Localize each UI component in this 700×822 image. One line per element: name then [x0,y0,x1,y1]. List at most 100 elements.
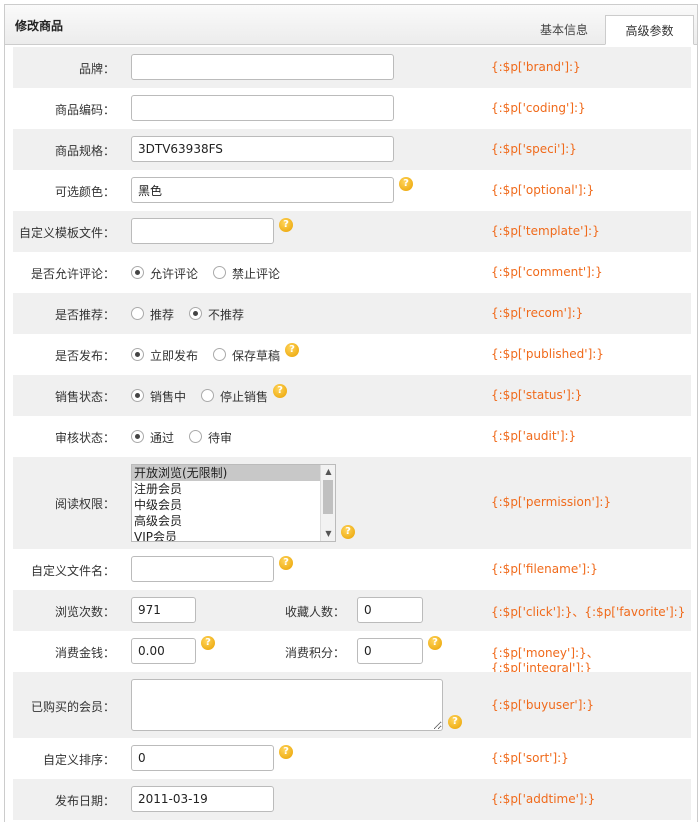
recom-no-label: 不推荐 [208,308,245,322]
comment-allow-radio[interactable] [131,266,144,279]
comment-allow-label: 允许评论 [150,267,199,281]
row-addtime: 发布日期： {:$p['addtime']:} [13,779,691,820]
audit-pending-label: 待审 [208,431,233,445]
click-input[interactable] [131,597,196,623]
brand-input[interactable] [131,54,394,80]
buyuser-label: 已购买的会员： [30,700,115,714]
stop-sale-radio[interactable] [201,389,214,402]
recom-no-radio[interactable] [189,307,202,320]
permission-code: {:$p['permission']:} [491,495,612,509]
publish-now-label: 立即发布 [150,349,199,363]
help-icon[interactable]: ? [273,384,287,398]
row-status: 销售状态： 销售中 停止销售 ? {:$p['status']:} [13,375,691,416]
audit-code: {:$p['audit']:} [491,429,577,443]
row-comment: 是否允许评论： 允许评论 禁止评论 {:$p['comment']:} [13,252,691,293]
filename-input[interactable] [131,556,274,582]
favorite-input[interactable] [357,597,423,623]
row-buyuser: 已购买的会员： ? {:$p['buyuser']:} [13,672,691,738]
filename-code: {:$p['filename']:} [491,562,598,576]
permission-listbox[interactable]: 开放浏览(无限制) 注册会员 中级会员 高级会员 VIP会员 ▲ ▼ [131,464,336,542]
list-item[interactable]: 开放浏览(无限制) [132,465,335,481]
optional-input[interactable] [131,177,394,203]
help-icon[interactable]: ? [341,525,355,539]
speci-label: 商品规格： [54,144,115,158]
edit-product-panel: 修改商品 基本信息 高级参数 品牌： {:$p['brand']:} 商品编码：… [4,4,698,822]
audit-pending-radio[interactable] [189,430,202,443]
on-sale-radio[interactable] [131,389,144,402]
click-code: {:$p['click']:}、{:$p['favorite']:} [491,605,686,619]
published-label: 是否发布： [54,349,115,363]
sort-input[interactable] [131,745,274,771]
template-label: 自定义模板文件： [18,226,115,240]
comment-deny-label: 禁止评论 [232,267,281,281]
template-input[interactable] [131,218,274,244]
published-code: {:$p['published']:} [491,347,604,361]
tab-bar: 基本信息 高级参数 [523,15,697,45]
row-audit: 审核状态： 通过 待审 {:$p['audit']:} [13,416,691,457]
status-label: 销售状态： [54,390,115,404]
brand-code: {:$p['brand']:} [491,60,581,74]
optional-code: {:$p['optional']:} [491,183,595,197]
filename-label: 自定义文件名： [30,564,115,578]
money-code: {:$p['money']:}、{:$p['integral']:} [491,646,599,675]
row-brand: 品牌： {:$p['brand']:} [13,47,691,88]
row-published: 是否发布： 立即发布 保存草稿 ? {:$p['published']:} [13,334,691,375]
scroll-up-icon[interactable]: ▲ [321,465,335,479]
panel-header: 修改商品 基本信息 高级参数 [5,5,697,45]
buyuser-textarea[interactable] [131,679,443,731]
buyuser-code: {:$p['buyuser']:} [491,698,595,712]
click-label: 浏览次数： [54,605,115,619]
row-sort: 自定义排序： ? {:$p['sort']:} [13,738,691,779]
status-code: {:$p['status']:} [491,388,583,402]
panel-title: 修改商品 [15,19,64,33]
template-code: {:$p['template']:} [491,224,600,238]
row-coding: 商品编码： {:$p['coding']:} [13,88,691,129]
speci-code: {:$p['speci']:} [491,142,577,156]
help-icon[interactable]: ? [399,177,413,191]
row-template: 自定义模板文件： ? {:$p['template']:} [13,211,691,252]
sort-code: {:$p['sort']:} [491,751,569,765]
stop-sale-label: 停止销售 [220,390,269,404]
scroll-down-icon[interactable]: ▼ [321,527,335,541]
listbox-scrollbar[interactable]: ▲ ▼ [320,465,335,541]
publish-now-radio[interactable] [131,348,144,361]
save-draft-label: 保存草稿 [232,349,281,363]
comment-label: 是否允许评论： [30,267,115,281]
audit-label: 审核状态： [54,431,115,445]
row-permission: 阅读权限： 开放浏览(无限制) 注册会员 中级会员 高级会员 VIP会员 ▲ ▼… [13,457,691,549]
help-icon[interactable]: ? [448,715,462,729]
coding-label: 商品编码： [54,103,115,117]
help-icon[interactable]: ? [279,745,293,759]
comment-deny-radio[interactable] [213,266,226,279]
help-icon[interactable]: ? [279,556,293,570]
list-item[interactable]: VIP会员 [132,529,335,541]
list-item[interactable]: 高级会员 [132,513,335,529]
sort-label: 自定义排序： [42,753,115,767]
row-click: 浏览次数： 收藏人数： {:$p['click']:}、{:$p['favori… [13,590,691,631]
recom-label: 是否推荐： [54,308,115,322]
help-icon[interactable]: ? [279,218,293,232]
help-icon[interactable]: ? [285,343,299,357]
row-optional: 可选颜色： ? {:$p['optional']:} [13,170,691,211]
help-icon[interactable]: ? [201,636,215,650]
tab-advanced-params[interactable]: 高级参数 [605,15,694,45]
integral-input[interactable] [357,638,423,664]
addtime-input[interactable] [131,786,274,812]
speci-input[interactable] [131,136,394,162]
integral-label: 消费积分： [285,646,346,660]
save-draft-radio[interactable] [213,348,226,361]
scroll-thumb[interactable] [323,480,333,514]
row-recom: 是否推荐： 推荐 不推荐 {:$p['recom']:} [13,293,691,334]
list-item[interactable]: 中级会员 [132,497,335,513]
list-item[interactable]: 注册会员 [132,481,335,497]
help-icon[interactable]: ? [428,636,442,650]
tab-basic-info[interactable]: 基本信息 [525,15,603,45]
audit-pass-radio[interactable] [131,430,144,443]
recom-code: {:$p['recom']:} [491,306,584,320]
recom-yes-label: 推荐 [150,308,175,322]
money-input[interactable] [131,638,196,664]
recom-yes-radio[interactable] [131,307,144,320]
coding-input[interactable] [131,95,394,121]
row-money: 消费金钱： ? 消费积分： ? {:$p['money']:}、{:$p['in… [13,631,691,675]
permission-label: 阅读权限： [54,497,115,511]
